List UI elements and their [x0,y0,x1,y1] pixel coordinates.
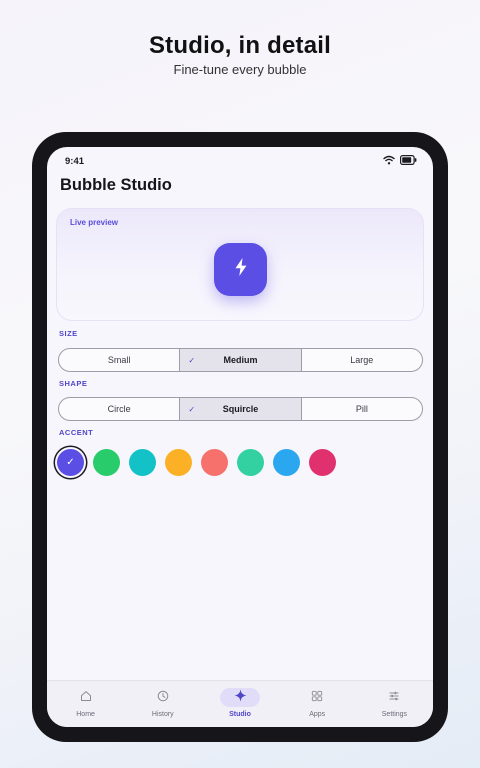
accent-swatch[interactable] [93,449,120,476]
nav-label: Studio [229,711,251,718]
live-preview-label: Live preview [70,218,119,227]
nav-label: Settings [381,711,408,718]
nav-item-settings[interactable]: Settings [356,681,433,727]
shape-option-pill[interactable]: Pill [302,398,422,420]
accent-swatch[interactable] [201,449,228,476]
size-option-label: Large [350,355,374,365]
shape-option-squircle[interactable]: ✓ Squircle [180,398,302,420]
accent-swatch[interactable] [237,449,264,476]
nav-label: Home [76,711,95,718]
accent-swatch[interactable] [273,449,300,476]
size-option-label: Small [107,355,131,365]
status-bar: 9:41 [63,155,417,169]
nav-item-history[interactable]: History [124,681,201,727]
size-segmented-control: Small ✓ Medium Large [58,348,423,372]
sliders-icon [388,689,400,707]
battery-icon [400,155,417,168]
app-screen: 9:41 Bubble Studio Live preview SIZE Sma… [47,147,433,727]
check-icon: ✓ [188,404,196,414]
check-icon: ✓ [66,457,75,468]
accent-swatch[interactable]: ✓ [57,449,84,476]
shape-segmented-control: Circle ✓ Squircle Pill [58,397,423,421]
page-subheadline: Fine-tune every bubble [173,62,307,77]
nav-item-studio[interactable]: Studio [201,681,278,727]
check-icon: ✓ [188,355,196,365]
shape-option-circle[interactable]: Circle [59,398,181,420]
size-option-small[interactable]: Small [59,349,181,371]
live-preview-card: Live preview [56,208,424,321]
clock-icon [157,689,169,707]
status-time: 9:41 [65,156,85,167]
nav-label: History [151,711,174,718]
shape-option-label: Circle [107,404,131,414]
nav-item-home[interactable]: Home [47,681,124,727]
size-option-label: Medium [223,355,258,365]
nav-item-apps[interactable]: Apps [279,681,356,727]
shape-option-label: Pill [355,404,368,414]
app-title: Bubble Studio [60,176,172,194]
lightning-bolt-icon [233,257,249,282]
sparkle-icon [234,689,247,707]
accent-swatches: ✓ [57,449,336,476]
size-option-medium[interactable]: ✓ Medium [180,349,302,371]
shape-option-label: Squircle [222,404,259,414]
size-option-large[interactable]: Large [302,349,422,371]
tablet-frame: 9:41 Bubble Studio Live preview SIZE Sma… [32,132,448,742]
page-headline: Studio, in detail [148,32,332,59]
size-section-label: SIZE [59,329,78,338]
accent-swatch[interactable] [309,449,336,476]
home-icon [80,689,92,707]
status-icons [383,155,417,168]
grid-icon [311,689,323,707]
accent-swatch[interactable] [129,449,156,476]
preview-bubble[interactable] [214,243,267,296]
nav-label: Apps [309,711,326,718]
wifi-icon [383,155,395,168]
accent-swatch[interactable] [165,449,192,476]
shape-section-label: SHAPE [59,379,88,388]
bottom-navigation: Home History Studio Apps Settings [47,680,433,727]
accent-section-label: ACCENT [59,428,94,437]
